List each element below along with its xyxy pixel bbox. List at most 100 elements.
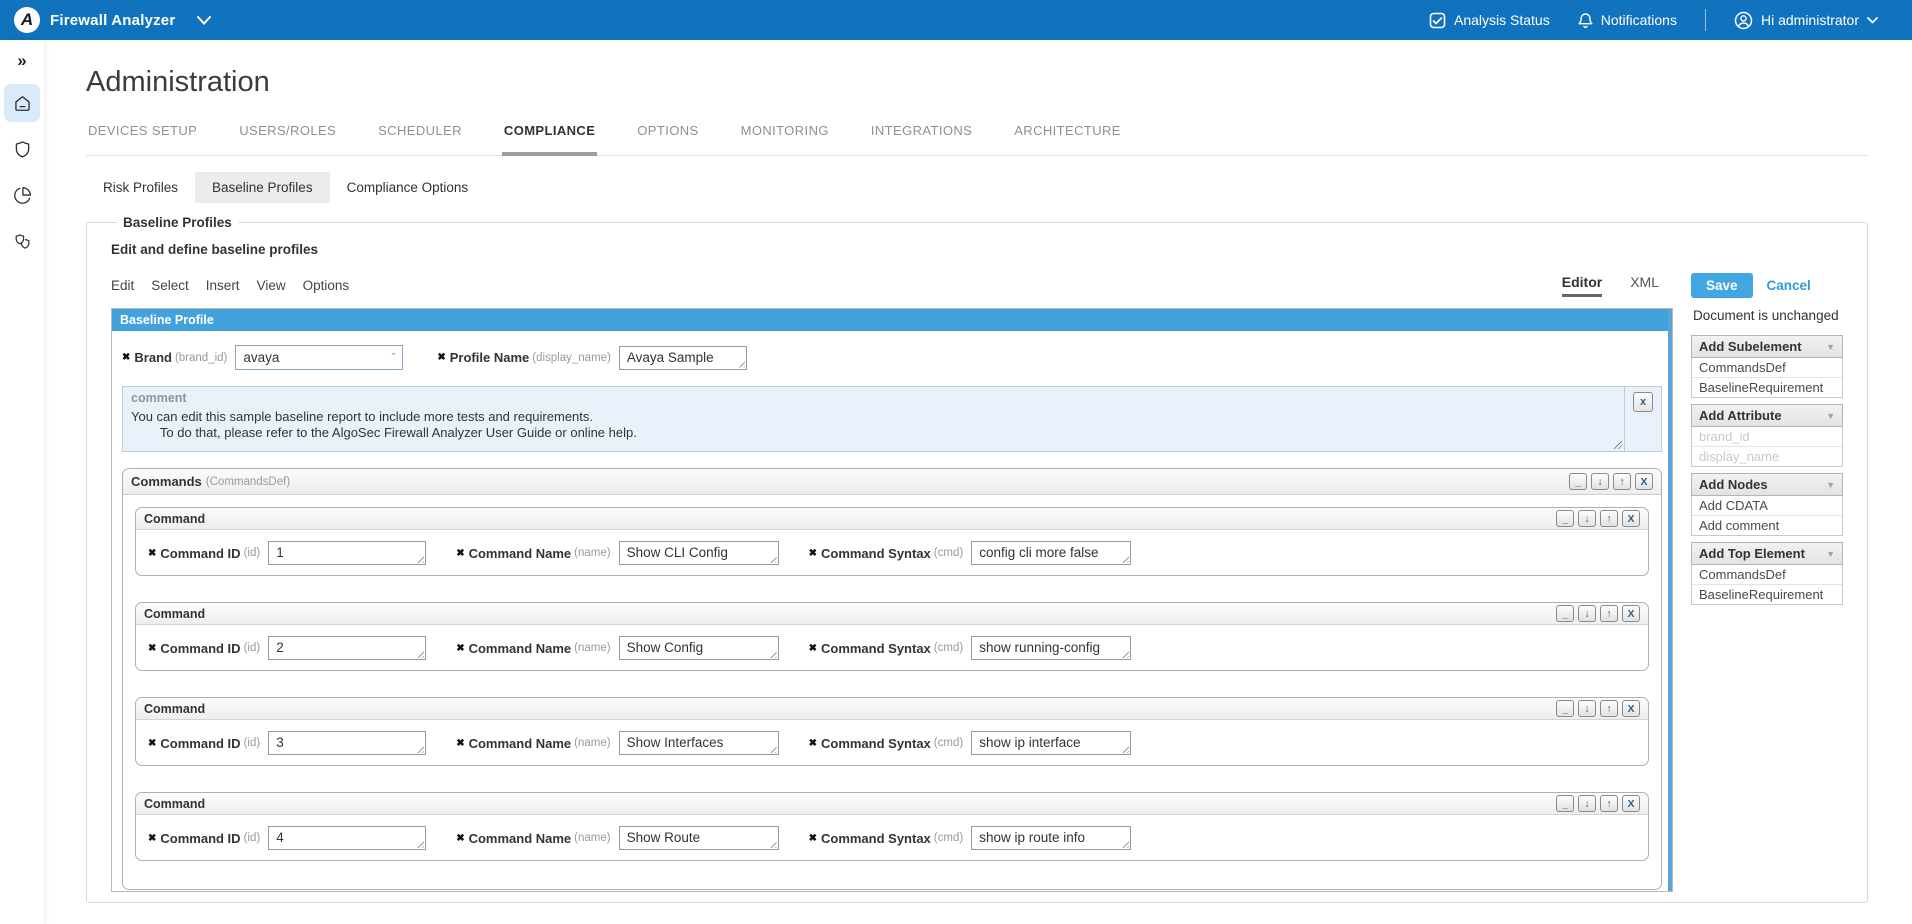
remove-attr-icon[interactable]: ✖ xyxy=(456,548,464,559)
minimize-button[interactable]: _ xyxy=(1556,795,1574,812)
delete-button[interactable]: X xyxy=(1622,700,1640,717)
minimize-button[interactable]: _ xyxy=(1569,473,1587,490)
profile-name-field[interactable]: Avaya Sample xyxy=(619,346,747,370)
tab-architecture[interactable]: ARCHITECTURE xyxy=(1012,121,1123,156)
menu-edit[interactable]: Edit xyxy=(111,278,134,293)
move-up-button[interactable]: ↑ xyxy=(1600,605,1618,622)
palette-item[interactable]: BaselineRequirement xyxy=(1692,585,1842,604)
save-button[interactable]: Save xyxy=(1691,273,1753,298)
command-syntax-field[interactable]: show ip interface xyxy=(971,731,1131,755)
palette-header[interactable]: Add Nodes ▼ xyxy=(1691,473,1843,496)
move-up-button[interactable]: ↑ xyxy=(1600,795,1618,812)
minimize-button[interactable]: _ xyxy=(1556,510,1574,527)
comment-close-button[interactable]: x xyxy=(1633,392,1653,412)
subtab-compliance-options[interactable]: Compliance Options xyxy=(330,172,486,203)
minimize-button[interactable]: _ xyxy=(1556,700,1574,717)
command-syntax-field[interactable]: show ip route info xyxy=(971,826,1131,850)
subtab-baseline-profiles[interactable]: Baseline Profiles xyxy=(195,172,330,203)
palette-header[interactable]: Add Top Element ▼ xyxy=(1691,542,1843,565)
menu-options[interactable]: Options xyxy=(303,278,350,293)
command-syntax-field[interactable]: config cli more false xyxy=(971,541,1131,565)
command-name-attr: (name) xyxy=(574,547,610,559)
tab-devices-setup[interactable]: DEVICES SETUP xyxy=(86,121,199,156)
delete-button[interactable]: X xyxy=(1622,795,1640,812)
sidebar-expand-button[interactable]: » xyxy=(4,46,40,76)
subtab-risk-profiles[interactable]: Risk Profiles xyxy=(86,172,195,203)
tab-monitoring[interactable]: MONITORING xyxy=(739,121,831,156)
remove-attr-icon[interactable]: ✖ xyxy=(809,738,817,749)
move-down-button[interactable]: ↓ xyxy=(1578,795,1596,812)
menu-select[interactable]: Select xyxy=(151,278,189,293)
delete-button[interactable]: X xyxy=(1635,473,1653,490)
analysis-status-button[interactable]: Analysis Status xyxy=(1429,12,1550,29)
palette-item[interactable]: Add CDATA xyxy=(1692,496,1842,516)
tab-integrations[interactable]: INTEGRATIONS xyxy=(869,121,974,156)
notifications-button[interactable]: Notifications xyxy=(1578,12,1677,29)
sidebar-item-risks[interactable] xyxy=(4,130,40,168)
palette-header[interactable]: Add Subelement ▼ xyxy=(1691,335,1843,358)
tab-options[interactable]: OPTIONS xyxy=(635,121,700,156)
command-syntax-field[interactable]: show running-config xyxy=(971,636,1131,660)
minimize-button[interactable]: _ xyxy=(1556,605,1574,622)
move-up-button[interactable]: ↑ xyxy=(1600,700,1618,717)
delete-button[interactable]: X xyxy=(1622,605,1640,622)
user-menu[interactable]: Hi administrator xyxy=(1734,11,1878,30)
command-name-field[interactable]: Show CLI Config xyxy=(619,541,779,565)
comment-textarea[interactable]: comment You can edit this sample baselin… xyxy=(123,387,1625,451)
palette-item[interactable]: BaselineRequirement xyxy=(1692,378,1842,397)
comment-line-1: You can edit this sample baseline report… xyxy=(131,409,1616,425)
palette-item[interactable]: Add comment xyxy=(1692,516,1842,535)
remove-profile-name-attr-icon[interactable]: ✖ xyxy=(437,352,445,363)
profile-name-label: Profile Name xyxy=(450,350,529,365)
tab-compliance[interactable]: COMPLIANCE xyxy=(502,121,597,156)
palette-header[interactable]: Add Attribute ▼ xyxy=(1691,404,1843,427)
remove-brand-attr-icon[interactable]: ✖ xyxy=(122,352,130,363)
command-id-field[interactable]: 3 xyxy=(268,731,426,755)
delete-button[interactable]: X xyxy=(1622,510,1640,527)
remove-attr-icon[interactable]: ✖ xyxy=(148,833,156,844)
command-id-field[interactable]: 4 xyxy=(268,826,426,850)
command-id-field[interactable]: 2 xyxy=(268,636,426,660)
palette-item[interactable]: CommandsDef xyxy=(1692,565,1842,585)
xml-editor-panel: Baseline Profile ✖ Brand (brand_id) avay… xyxy=(111,308,1673,892)
sidebar-item-policies[interactable] xyxy=(4,222,40,260)
remove-attr-icon[interactable]: ✖ xyxy=(148,738,156,749)
editor-scrollbar[interactable] xyxy=(1668,309,1672,891)
move-down-button[interactable]: ↓ xyxy=(1578,605,1596,622)
command-id-field[interactable]: 1 xyxy=(268,541,426,565)
command-name-field[interactable]: Show Route xyxy=(619,826,779,850)
move-down-button[interactable]: ↓ xyxy=(1578,510,1596,527)
command-fields-row: ✖ Command ID (id) 2 ✖ Command Name (name… xyxy=(136,625,1648,670)
tab-scheduler[interactable]: SCHEDULER xyxy=(376,121,464,156)
move-down-button[interactable]: ↓ xyxy=(1578,700,1596,717)
remove-attr-icon[interactable]: ✖ xyxy=(148,643,156,654)
view-toggle-editor[interactable]: Editor xyxy=(1562,274,1602,297)
move-down-button[interactable]: ↓ xyxy=(1591,473,1609,490)
palette-item[interactable]: CommandsDef xyxy=(1692,358,1842,378)
brand-select[interactable]: avaya ˇ xyxy=(235,345,403,370)
command-fields-row: ✖ Command ID (id) 1 ✖ Command Name (name… xyxy=(136,530,1648,575)
remove-attr-icon[interactable]: ✖ xyxy=(456,643,464,654)
move-up-button[interactable]: ↑ xyxy=(1600,510,1618,527)
view-toggle-xml[interactable]: XML xyxy=(1630,274,1659,297)
command-name-field[interactable]: Show Config xyxy=(619,636,779,660)
editor-menubar: Edit Select Insert View Options xyxy=(111,278,349,293)
move-up-button[interactable]: ↑ xyxy=(1613,473,1631,490)
remove-attr-icon[interactable]: ✖ xyxy=(148,548,156,559)
tab-users-roles[interactable]: USERS/ROLES xyxy=(237,121,338,156)
remove-attr-icon[interactable]: ✖ xyxy=(809,643,817,654)
command-box: Command _ ↓ ↑ X xyxy=(135,792,1649,861)
sidebar-item-home[interactable] xyxy=(4,84,40,122)
remove-attr-icon[interactable]: ✖ xyxy=(809,833,817,844)
remove-attr-icon[interactable]: ✖ xyxy=(456,738,464,749)
remove-attr-icon[interactable]: ✖ xyxy=(809,548,817,559)
sidebar-item-reports[interactable] xyxy=(4,176,40,214)
menu-insert[interactable]: Insert xyxy=(206,278,240,293)
menu-view[interactable]: View xyxy=(257,278,286,293)
document-status: Document is unchanged xyxy=(1693,308,1843,323)
app-switcher-chevron-down-icon[interactable] xyxy=(197,16,211,25)
comment-line-2: To do that, please refer to the AlgoSec … xyxy=(131,425,1616,441)
remove-attr-icon[interactable]: ✖ xyxy=(456,833,464,844)
cancel-button[interactable]: Cancel xyxy=(1767,278,1811,293)
command-name-field[interactable]: Show Interfaces xyxy=(619,731,779,755)
